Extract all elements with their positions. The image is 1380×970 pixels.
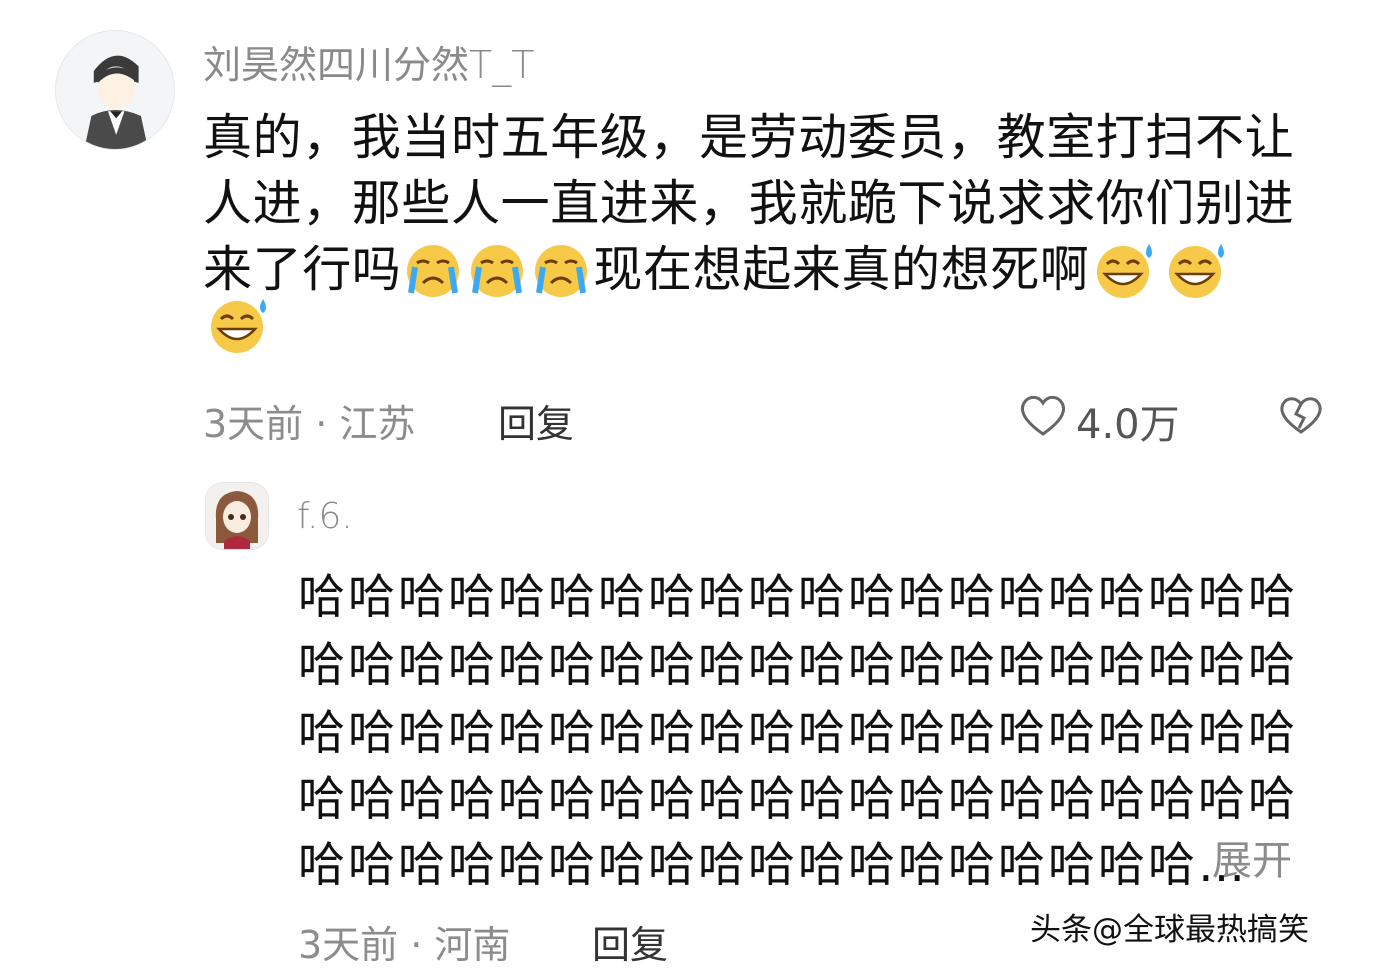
heart-icon[interactable] [1018,392,1068,438]
reply-reply-button[interactable]: 回复 [592,914,668,969]
avatar-girl-illustration [206,483,268,549]
reply-line-3: 哈哈哈哈哈哈哈哈哈哈哈哈哈哈哈哈哈哈哈哈 [298,706,1298,761]
reply-username[interactable]: f.6. [297,496,353,537]
comment-line-4 [203,298,275,358]
grin-sweat-emoji-icon [203,295,275,355]
reply-line-2: 哈哈哈哈哈哈哈哈哈哈哈哈哈哈哈哈哈哈哈哈 [298,638,1298,693]
crying-emoji-icon [465,241,529,299]
crying-emoji-icon [401,241,465,299]
reply-line-5: 哈哈哈哈哈哈哈哈哈哈哈哈哈哈哈哈哈哈… [298,838,1248,893]
avatar-boy-illustration [56,31,174,149]
comment-line-3-start: 来了行吗 [203,241,402,298]
comment-line-1: 真的，我当时五年级，是劳动委员，教室打扫不让 [203,109,1295,166]
comment-line-3-middle: 现在想起来真的想死啊 [593,241,1090,298]
watermark: 头条@全球最热搞笑 [1030,912,1309,948]
expand-link[interactable]: 展开 [1212,828,1292,886]
reply-line-1: 哈哈哈哈哈哈哈哈哈哈哈哈哈哈哈哈哈哈哈哈 [298,570,1298,625]
reply-avatar[interactable] [205,482,269,550]
comment-meta: 3天前 · 江苏 [203,402,416,446]
crying-emoji-icon [529,241,593,299]
comment-reply-button[interactable]: 回复 [498,393,574,448]
comment-line-2: 人进，那些人一直进来，我就跪下说求求你们别进 [203,175,1295,232]
commenter-username[interactable]: 刘昊然四川分然T_T [203,34,534,89]
grin-sweat-emoji-icon [1089,240,1161,300]
comment-line-3: 来了行吗 现在想起来真的想死啊 [203,230,1233,303]
broken-heart-icon[interactable] [1278,394,1324,436]
reply-line-4: 哈哈哈哈哈哈哈哈哈哈哈哈哈哈哈哈哈哈哈哈 [298,772,1298,827]
commenter-avatar[interactable] [55,30,175,150]
grin-sweat-emoji-icon [1161,240,1233,300]
comment-likes-count: 4.0万 [1076,402,1180,448]
reply-meta: 3天前 · 河南 [298,923,511,967]
